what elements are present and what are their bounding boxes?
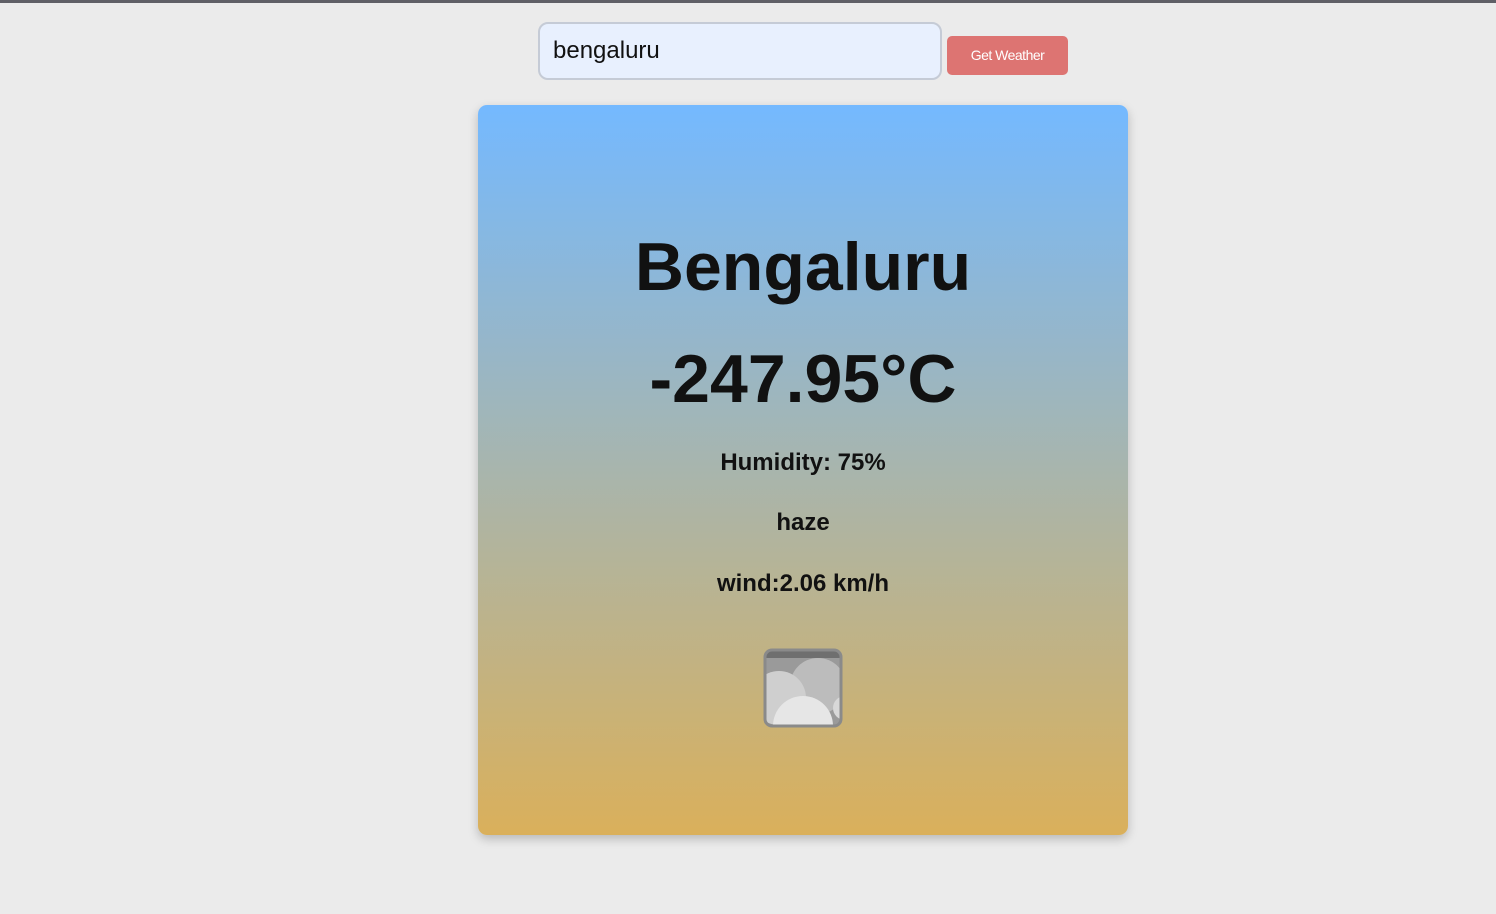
weather-card: Bengaluru -247.95°C Humidity: 75% haze w… xyxy=(478,105,1128,835)
wind-speed: wind:2.06 km/h xyxy=(716,570,890,597)
city-name: Bengaluru xyxy=(634,229,972,305)
haze-icon xyxy=(763,648,843,728)
humidity: Humidity: 75% xyxy=(720,449,886,476)
get-weather-button[interactable]: Get Weather xyxy=(947,35,1068,75)
city-search-input[interactable] xyxy=(538,22,942,80)
weather-description: haze xyxy=(776,509,830,536)
search-bar: Get Weather xyxy=(538,22,1068,80)
temperature: -247.95°C xyxy=(649,341,957,417)
window-top-border xyxy=(0,0,1496,3)
